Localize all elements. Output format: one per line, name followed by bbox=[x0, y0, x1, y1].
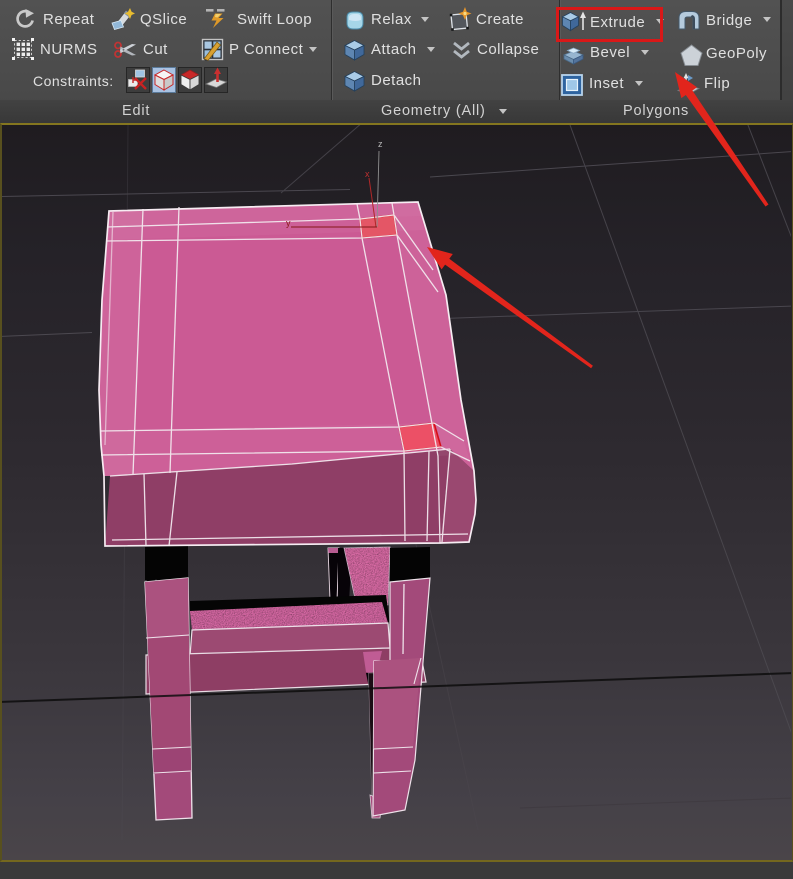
svg-text:y: y bbox=[286, 218, 291, 228]
svg-text:x: x bbox=[365, 169, 370, 179]
svg-text:z: z bbox=[378, 139, 383, 149]
